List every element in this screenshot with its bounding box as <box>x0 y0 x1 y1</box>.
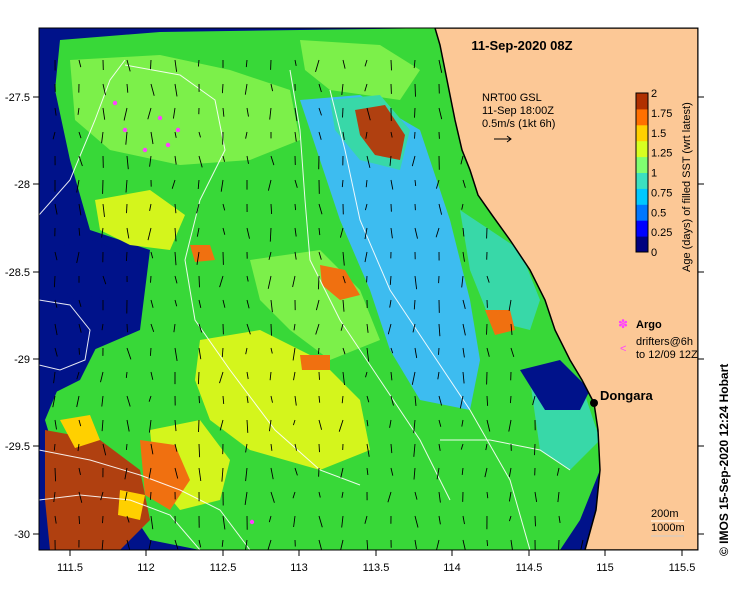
current-vector <box>414 131 416 139</box>
current-vector <box>486 539 489 547</box>
colorbar-tick-label: 2 <box>651 88 657 100</box>
sst-map: 111.5 112 112.5 113 113.5 114 114.5 115 … <box>5 27 731 574</box>
current-vector <box>197 371 200 385</box>
current-vector <box>534 515 536 527</box>
x-tick-label: 111.5 <box>57 562 83 574</box>
isobath-legend-1000m: 1000m <box>651 522 685 534</box>
colorbar <box>635 92 649 253</box>
x-tick-labels: 111.5 112 112.5 113 113.5 114 114.5 115 … <box>57 562 695 574</box>
colorbar-tick-label: 0.75 <box>651 187 672 199</box>
current-vector <box>414 107 416 118</box>
colorbar-swatch <box>636 93 648 110</box>
y-tick-label: -28 <box>14 179 30 191</box>
current-vector <box>126 203 128 214</box>
colorbar-tick-label: 1 <box>651 168 657 180</box>
drifter-legend-line-1: drifters@6h <box>636 336 693 348</box>
colorbar-swatch <box>636 156 648 173</box>
sst-region-orange-mid3 <box>300 355 330 370</box>
x-tick-label: 113 <box>290 562 308 574</box>
y-tick-label: -29 <box>14 354 30 366</box>
current-vector <box>317 275 320 290</box>
drifter-legend-line-2: to 12/09 12Z <box>636 349 698 361</box>
map-title: 11-Sep-2020 08Z <box>471 38 572 53</box>
current-vector <box>221 83 224 94</box>
colorbar-tick-label: 0 <box>651 247 657 259</box>
current-vector <box>54 467 57 482</box>
colorbar-tick-label: 0.25 <box>651 227 672 239</box>
colorbar-swatch <box>636 188 648 205</box>
y-tick-label: -28.5 <box>5 267 30 279</box>
product-line-1: NRT00 GSL <box>482 92 542 104</box>
colorbar-swatch <box>636 236 648 253</box>
x-tick-label: 112 <box>137 562 155 574</box>
product-line-2: 11-Sep 18:00Z <box>482 105 554 117</box>
current-vector <box>486 395 489 406</box>
colorbar-swatch <box>636 108 648 126</box>
current-vector <box>53 275 56 288</box>
current-vector <box>534 443 536 456</box>
x-tick-label: 115.5 <box>669 562 696 574</box>
x-tick-label: 114 <box>443 562 461 574</box>
current-vector <box>78 347 80 355</box>
colorbar-label: Age (days) of filled SST (wrt latest) <box>681 102 693 272</box>
current-vector <box>126 323 128 333</box>
current-vector <box>294 203 297 211</box>
current-vector <box>149 347 152 356</box>
current-vector <box>198 443 201 458</box>
current-vector <box>318 371 320 380</box>
current-vector <box>558 539 560 550</box>
current-vector <box>438 347 440 355</box>
current-vector <box>317 347 320 355</box>
x-tick-label: 115 <box>596 562 614 574</box>
colorbar-swatch <box>636 172 648 189</box>
current-vector <box>342 107 344 118</box>
current-vector <box>198 275 200 288</box>
current-vector <box>390 59 392 71</box>
current-vector <box>125 443 128 450</box>
colorbar-tick-label: 1.75 <box>651 108 672 120</box>
colorbar-swatch <box>636 220 648 237</box>
current-vector <box>150 59 152 70</box>
x-axis <box>69 550 683 556</box>
current-vector <box>149 491 152 500</box>
dongara-location-marker <box>590 399 598 407</box>
isobath-legend-200m: 200m <box>651 508 679 520</box>
current-vector <box>270 323 272 336</box>
current-vector <box>197 59 200 67</box>
y-tick-label: -29.5 <box>5 441 30 453</box>
x-tick-label: 113.5 <box>363 562 390 574</box>
colorbar-swatch <box>636 204 648 221</box>
credit-text: © IMOS 15-Sep-2020 12:24 Hobart <box>717 364 731 556</box>
y-tick-labels: -27.5 -28 -28.5 -29 -29.5 -30 <box>5 92 30 541</box>
map-area <box>39 28 698 550</box>
current-vector <box>198 419 200 433</box>
current-vector <box>318 443 320 453</box>
current-vector <box>198 395 200 404</box>
y-tick-label: -30 <box>14 529 30 541</box>
current-vector <box>414 83 416 97</box>
current-vector <box>78 515 81 525</box>
current-vector <box>270 203 273 215</box>
place-label-dongara: Dongara <box>600 388 654 403</box>
current-vector <box>150 275 152 283</box>
argo-legend-label: Argo <box>636 319 662 331</box>
y-tick-label: -27.5 <box>5 92 30 104</box>
colorbar-tick-label: 0.5 <box>651 207 666 219</box>
colorbar-tick-label: 1.5 <box>651 128 666 140</box>
colorbar-swatch <box>636 124 648 142</box>
colorbar-tick-label: 1.25 <box>651 148 672 160</box>
product-line-3: 0.5m/s (1kt 6h) <box>482 118 555 130</box>
drifter-legend-icon: < <box>620 343 626 355</box>
current-vector <box>509 395 512 404</box>
argo-legend-icon: ✽ <box>618 317 628 331</box>
argo-legend: ✽ Argo <box>618 317 662 331</box>
current-vector <box>486 323 488 335</box>
colorbar-swatch <box>636 140 648 158</box>
x-tick-label: 112.5 <box>210 562 237 574</box>
current-vector <box>125 251 128 262</box>
x-tick-label: 114.5 <box>516 562 543 574</box>
current-vector <box>102 515 104 524</box>
